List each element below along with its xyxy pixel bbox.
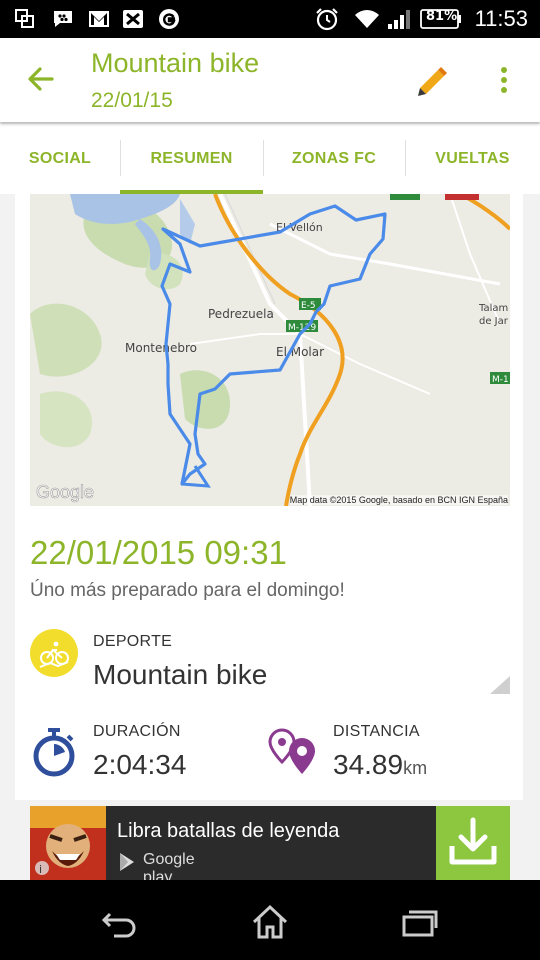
battery-percentage: 81%	[426, 9, 458, 24]
distance-value-group: 34.89km	[333, 749, 427, 781]
clash-of-clans-app-icon: i	[30, 806, 106, 880]
arrow-left-icon[interactable]	[26, 64, 56, 94]
stopwatch-icon	[33, 728, 75, 777]
tab-zonas-fc[interactable]: ZONAS FC	[263, 124, 405, 194]
signal-icon	[388, 10, 410, 29]
selected-tab-indicator	[120, 190, 263, 194]
duration-value: 2:04:34	[93, 749, 187, 780]
back-icon[interactable]	[100, 908, 140, 938]
screenshot-icon	[15, 9, 34, 28]
missed-call-icon	[123, 10, 143, 28]
distance-label: DISTANCIA	[333, 723, 420, 740]
workout-description: Úno más preparado para el domingo!	[30, 580, 345, 601]
distance-unit: km	[403, 758, 428, 778]
download-icon	[449, 817, 497, 865]
place-el-molar: El Molar	[276, 345, 324, 359]
place-montenebro: Montenebro	[125, 341, 197, 355]
tab-resumen[interactable]: RESUMEN	[120, 124, 263, 194]
distance-pins-icon	[268, 728, 315, 774]
g-app-icon	[159, 9, 179, 29]
ad-info-icon: i	[39, 863, 42, 876]
tab-bar: SOCIAL RESUMEN ZONAS FC VUELTAS	[0, 124, 540, 194]
place-de-jar: de Jar	[479, 316, 509, 327]
road-label-m1: M-1	[492, 375, 509, 385]
alarm-icon	[316, 8, 338, 31]
sport-label: DEPORTE	[93, 633, 173, 650]
ad-banner[interactable]: i Libra batallas de leyenda Google play	[30, 806, 510, 886]
wifi-icon	[355, 10, 379, 28]
tab-vueltas[interactable]: VUELTAS	[405, 124, 540, 194]
place-talam: Talam	[478, 303, 508, 314]
map-canvas: E-5 M-129 M-1 El Vellón Pedrezuela Monte…	[30, 194, 510, 506]
page-subtitle: 22/01/15	[91, 89, 173, 112]
ad-headline: Libra batallas de leyenda	[117, 820, 340, 842]
navigation-bar	[0, 880, 540, 960]
status-time: 11:53	[474, 6, 528, 31]
sport-value[interactable]: Mountain bike	[93, 659, 267, 691]
sport-icon-circle	[30, 629, 78, 677]
dropdown-corner-icon[interactable]	[490, 676, 510, 694]
app-bar: Mountain bike 22/01/15	[0, 38, 540, 122]
place-pedrezuela: Pedrezuela	[208, 307, 274, 321]
bbm-icon	[54, 11, 72, 27]
mountain-bike-icon	[39, 641, 69, 668]
tab-social[interactable]: SOCIAL	[0, 124, 120, 194]
route-map[interactable]: E-5 M-129 M-1 El Vellón Pedrezuela Monte…	[30, 194, 510, 506]
pencil-icon[interactable]	[414, 62, 450, 98]
ad-download-button[interactable]	[436, 806, 510, 880]
page-title: Mountain bike	[91, 48, 260, 78]
home-icon[interactable]	[250, 904, 290, 940]
google-logo: Google	[36, 482, 94, 502]
recents-icon[interactable]	[400, 908, 440, 938]
distance-value: 34.89	[333, 749, 404, 780]
workout-datetime: 22/01/2015 09:31	[30, 534, 287, 571]
more-vert-icon[interactable]	[497, 64, 511, 96]
google-play-icon	[120, 853, 134, 871]
duration-label: DURACIÓN	[93, 723, 181, 740]
status-bar: 81% 11:53	[0, 0, 540, 38]
road-label-e5: E-5	[301, 301, 316, 311]
map-attribution: Map data ©2015 Google, basado en BCN IGN…	[289, 495, 508, 505]
gmail-icon	[89, 11, 109, 27]
